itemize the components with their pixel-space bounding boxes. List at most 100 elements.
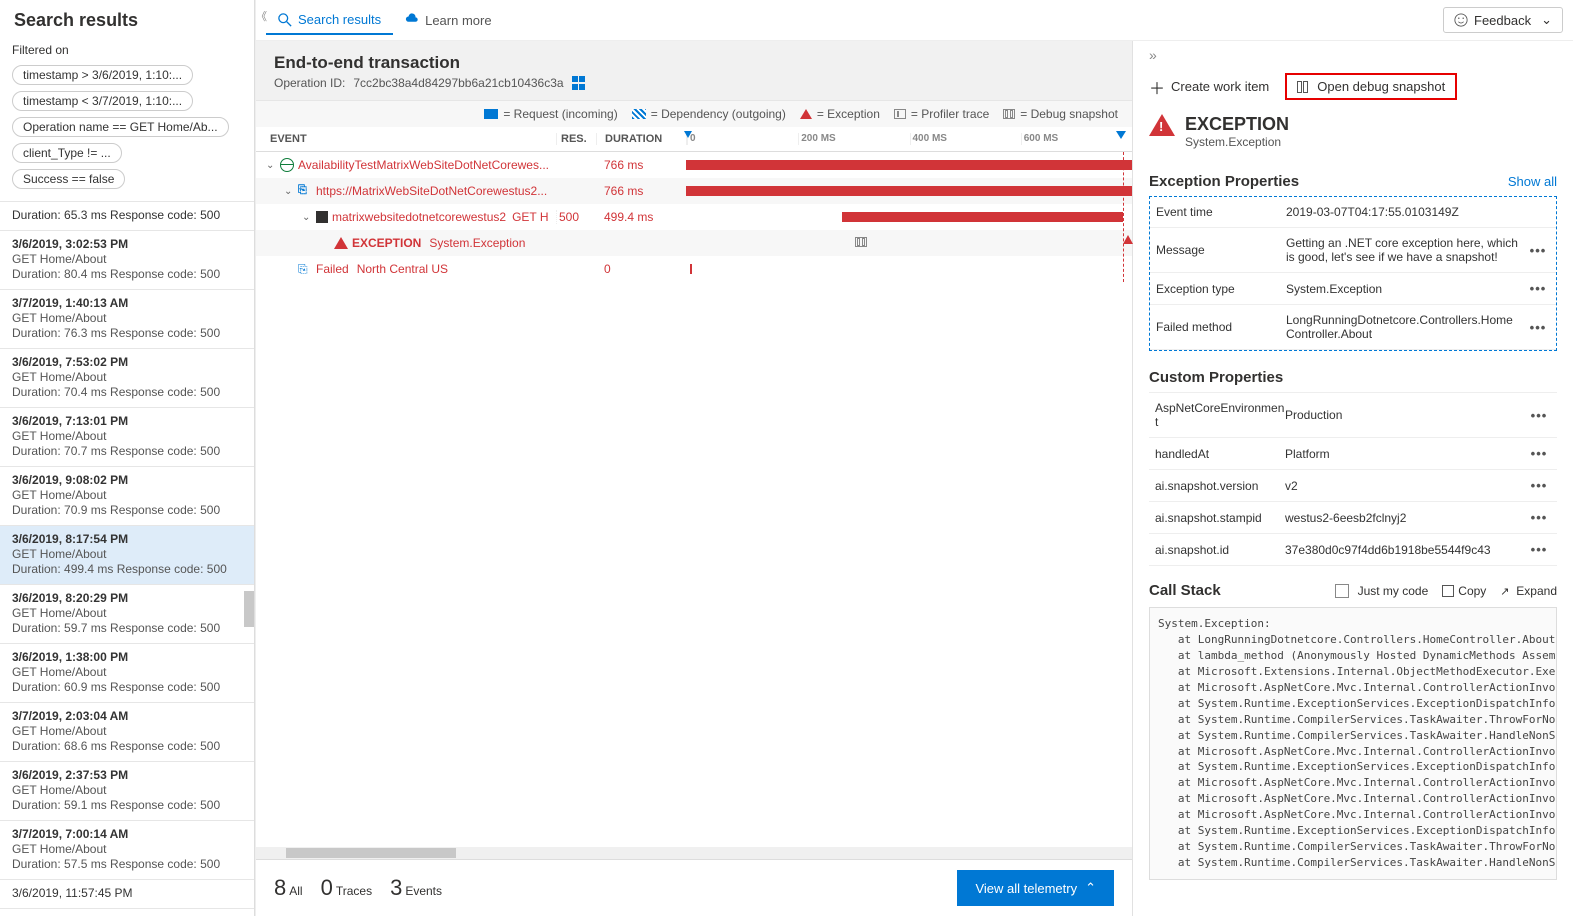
property-row: MessageGetting an .NET core exception he… [1150, 228, 1556, 273]
exception-triangle-icon [1149, 114, 1175, 136]
exception-swatch-icon [800, 109, 812, 119]
more-icon[interactable]: ••• [1527, 446, 1551, 461]
custom-properties-table: AspNetCoreEnvironmentProduction•••handle… [1149, 392, 1557, 566]
tab-search-results[interactable]: Search results [266, 6, 393, 35]
exception-properties-table: Event time2019-03-07T04:17:55.0103149ZMe… [1149, 196, 1557, 351]
event-row[interactable]: ⌄AvailabilityTestMatrixWebSiteDotNetCore… [256, 152, 1132, 178]
more-icon[interactable]: ••• [1527, 478, 1551, 493]
more-icon[interactable]: ••• [1527, 542, 1551, 557]
chevron-up-icon: ⌃ [1085, 880, 1096, 896]
result-item[interactable]: 3/7/2019, 2:03:04 AMGET Home/AboutDurati… [0, 703, 254, 762]
globe-icon [280, 158, 294, 172]
more-icon[interactable]: ••• [1526, 320, 1550, 335]
col-res[interactable]: RES. [556, 133, 596, 145]
count-all-num: 8 [274, 875, 286, 900]
col-event[interactable]: EVENT [256, 133, 556, 145]
tab-label: Search results [298, 12, 381, 27]
more-icon[interactable]: ••• [1527, 408, 1551, 423]
dependency-swatch-icon [632, 109, 646, 119]
scrollbar-thumb[interactable] [244, 591, 254, 627]
result-item[interactable]: 3/6/2019, 8:17:54 PMGET Home/AboutDurati… [0, 526, 254, 585]
result-item[interactable]: 3/7/2019, 1:40:13 AMGET Home/AboutDurati… [0, 290, 254, 349]
failed-icon: ⎘ [298, 262, 312, 276]
start-marker-icon[interactable] [684, 131, 692, 138]
grid-icon[interactable] [572, 76, 586, 90]
result-item[interactable]: 3/6/2019, 3:02:53 PMGET Home/AboutDurati… [0, 231, 254, 290]
horizontal-scrollbar[interactable] [256, 847, 1132, 859]
main-area: Search results Learn more Feedback ⌄ End… [255, 0, 1573, 916]
result-item[interactable]: 3/6/2019, 9:08:02 PMGET Home/AboutDurati… [0, 467, 254, 526]
chevron-down-icon: ⌄ [1541, 12, 1552, 28]
property-row: ai.snapshot.id37e380d0c97f4dd6b1918be554… [1149, 534, 1557, 566]
feedback-label: Feedback [1474, 13, 1531, 28]
copy-button[interactable]: Copy [1442, 584, 1486, 598]
more-icon[interactable]: ••• [1526, 243, 1550, 258]
copy-icon [1442, 585, 1454, 597]
legend: = Request (incoming) = Dependency (outgo… [256, 101, 1132, 127]
filtered-on-label: Filtered on [12, 43, 69, 57]
col-duration[interactable]: DURATION [596, 133, 686, 145]
snapshot-icon [1297, 81, 1311, 93]
event-row[interactable]: ⌄⎘https://MatrixWebSiteDotNetCorewestus2… [256, 178, 1132, 204]
exception-icon [334, 237, 348, 249]
http-icon: ⎘ [298, 184, 312, 198]
filter-pill[interactable]: client_Type != ... [12, 143, 122, 163]
transaction-panel: End-to-end transaction Operation ID: 7cc… [256, 41, 1133, 916]
more-icon[interactable]: ••• [1527, 510, 1551, 525]
more-icon[interactable]: ••• [1526, 281, 1550, 296]
exception-header: EXCEPTION System.Exception [1149, 114, 1557, 149]
property-row: ai.snapshot.versionv2••• [1149, 470, 1557, 502]
server-icon [316, 211, 328, 223]
tab-learn-more[interactable]: Learn more [393, 7, 503, 34]
result-item[interactable]: 3/6/2019, 7:53:02 PMGET Home/AboutDurati… [0, 349, 254, 408]
create-work-item-button[interactable]: ＋ Create work item [1149, 75, 1269, 99]
chevron-down-icon[interactable]: ⌄ [284, 186, 296, 197]
result-item[interactable]: Duration: 65.3 ms Response code: 500 [0, 201, 254, 231]
filter-pill[interactable]: timestamp > 3/6/2019, 1:10:... [12, 65, 193, 85]
tab-label: Learn more [425, 13, 491, 28]
open-debug-snapshot-button[interactable]: Open debug snapshot [1285, 73, 1457, 100]
just-my-code-checkbox[interactable]: Just my code [1335, 584, 1429, 598]
details-panel: » ＋ Create work item Open debug snapshot… [1133, 41, 1573, 916]
transaction-title: End-to-end transaction [274, 53, 1114, 73]
exception-title: EXCEPTION [1185, 114, 1289, 135]
cloud-icon [405, 13, 419, 27]
filter-pill[interactable]: Operation name == GET Home/Ab... [12, 117, 229, 137]
transaction-header: End-to-end transaction Operation ID: 7cc… [256, 41, 1132, 101]
snapshot-swatch-icon [1003, 109, 1015, 119]
result-item[interactable]: 3/6/2019, 1:38:00 PMGET Home/AboutDurati… [0, 644, 254, 703]
expand-icon [1500, 585, 1512, 597]
feedback-button[interactable]: Feedback ⌄ [1443, 7, 1563, 33]
result-item[interactable]: 3/7/2019, 7:00:14 AMGET Home/AboutDurati… [0, 821, 254, 880]
count-traces-num: 0 [321, 875, 333, 900]
collapse-sidebar-icon[interactable]: 《 [256, 8, 267, 24]
sidebar: Search results Filtered on timestamp > 3… [0, 0, 255, 916]
chevron-down-icon[interactable]: ⌄ [302, 212, 314, 223]
event-table: EVENT RES. DURATION 0 200 MS 400 MS 600 … [256, 127, 1132, 859]
checkbox-icon [1335, 584, 1349, 598]
chevron-down-icon[interactable]: ⌄ [266, 160, 278, 171]
filter-pill[interactable]: timestamp < 3/7/2019, 1:10:... [12, 91, 193, 111]
end-marker-icon[interactable] [1116, 131, 1126, 139]
expand-button[interactable]: Expand [1500, 584, 1557, 598]
bottom-summary-bar: 8All 0Traces 3Events View all telemetry … [256, 859, 1132, 916]
callstack-content[interactable]: System.Exception: at LongRunningDotnetco… [1149, 607, 1557, 880]
expand-panel-icon[interactable]: » [1149, 41, 1557, 69]
result-item[interactable]: 3/6/2019, 7:13:01 PMGET Home/AboutDurati… [0, 408, 254, 467]
property-row: handledAtPlatform••• [1149, 438, 1557, 470]
operation-id-label: Operation ID: [274, 76, 345, 90]
filter-bar: Filtered on timestamp > 3/6/2019, 1:10:.… [0, 39, 254, 201]
show-all-link[interactable]: Show all [1508, 174, 1557, 189]
filter-pill[interactable]: Success == false [12, 169, 125, 189]
event-row[interactable]: EXCEPTIONSystem.Exception [256, 230, 1132, 256]
result-item[interactable]: 3/6/2019, 2:37:53 PMGET Home/AboutDurati… [0, 762, 254, 821]
results-list[interactable]: Duration: 65.3 ms Response code: 5003/6/… [0, 201, 254, 916]
smile-icon [1454, 13, 1468, 27]
view-all-telemetry-button[interactable]: View all telemetry ⌃ [957, 870, 1114, 906]
snapshot-marker-icon[interactable] [855, 237, 867, 247]
event-row[interactable]: ⎘FailedNorth Central US 0 [256, 256, 1132, 282]
property-row: AspNetCoreEnvironmentProduction••• [1149, 393, 1557, 438]
result-item[interactable]: 3/6/2019, 11:57:45 PM [0, 880, 254, 909]
result-item[interactable]: 3/6/2019, 8:20:29 PMGET Home/AboutDurati… [0, 585, 254, 644]
event-row[interactable]: ⌄matrixwebsitedotnetcorewestus2GET H 500… [256, 204, 1132, 230]
